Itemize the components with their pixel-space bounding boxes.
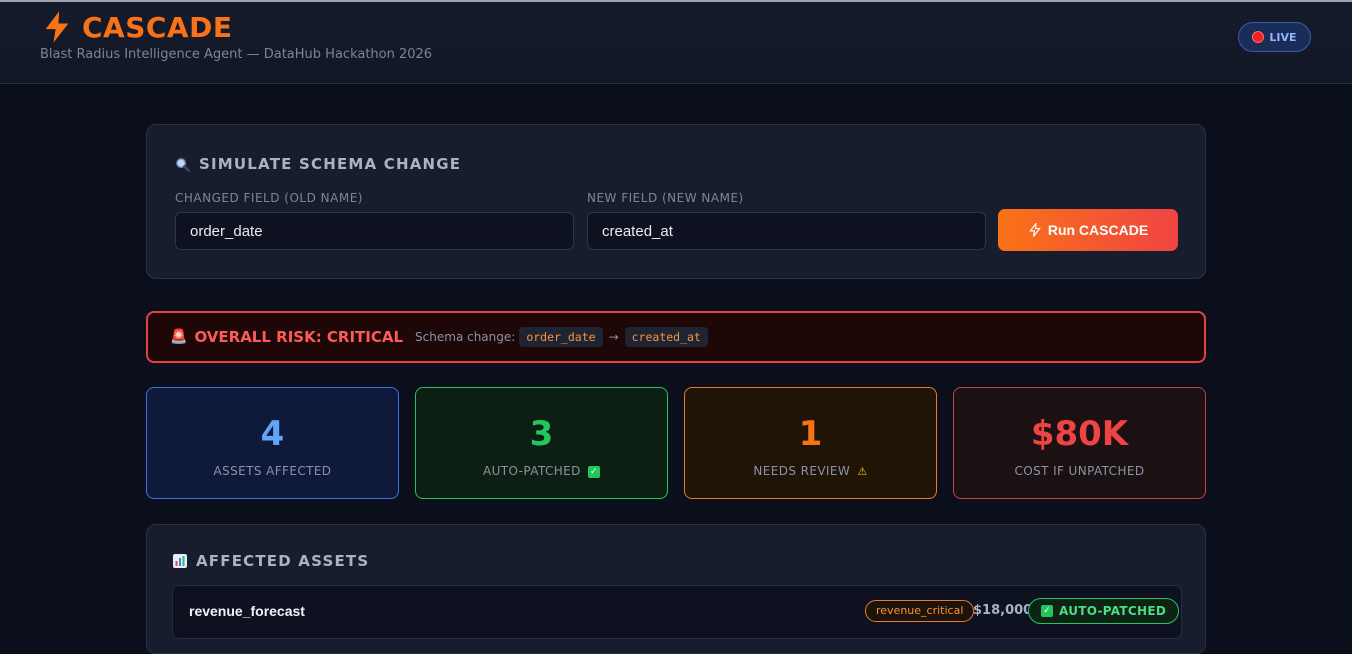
- affected-assets-title: AFFECTED ASSETS: [173, 552, 369, 570]
- lightning-bolt-icon: [1028, 223, 1041, 237]
- stat-value: $80K: [1030, 414, 1129, 454]
- old-field-label: CHANGED FIELD (OLD NAME): [175, 191, 363, 205]
- lightning-bolt-icon: [45, 11, 69, 43]
- stat-label-wrap: NEEDS REVIEW ⚠: [685, 464, 936, 478]
- stat-label: ASSETS AFFECTED: [213, 464, 332, 478]
- arrow-right-icon: →: [608, 330, 619, 344]
- run-cascade-button[interactable]: Run CASCADE: [998, 209, 1178, 251]
- new-field-chip: created_at: [624, 327, 708, 347]
- stat-label: COST IF UNPATCHED: [1014, 464, 1145, 478]
- stat-value: 1: [798, 414, 823, 454]
- overall-risk-banner: 🚨 OVERALL RISK: CRITICAL Schema change: …: [146, 311, 1206, 363]
- new-field-label: NEW FIELD (NEW NAME): [587, 191, 744, 205]
- affected-assets-panel: AFFECTED ASSETS revenue_forecast revenue…: [146, 524, 1206, 654]
- asset-tag: revenue_critical: [865, 600, 975, 622]
- old-field-chip: order_date: [519, 327, 603, 347]
- schema-change-label: Schema change:: [415, 330, 516, 344]
- check-icon: ✓: [1041, 605, 1053, 617]
- auto-patched-badge: ✓ AUTO-PATCHED: [1028, 598, 1180, 624]
- stat-value: 4: [260, 414, 285, 454]
- new-field-input[interactable]: [587, 212, 986, 250]
- check-icon: ✓: [588, 465, 601, 478]
- risk-level-label: OVERALL RISK: CRITICAL: [194, 328, 404, 346]
- old-field-input[interactable]: [175, 212, 574, 250]
- live-dot-icon: [1252, 31, 1265, 43]
- siren-icon: 🚨: [170, 329, 188, 345]
- asset-row[interactable]: revenue_forecast revenue_critical $18,00…: [172, 585, 1182, 639]
- brand: CASCADE: [40, 10, 232, 44]
- patched-status: AUTO-PATCHED: [1059, 604, 1167, 618]
- stat-label: NEEDS REVIEW: [753, 464, 851, 478]
- simulate-title-text: SIMULATE SCHEMA CHANGE: [199, 155, 462, 173]
- app-title: CASCADE: [82, 10, 233, 44]
- stat-label: AUTO-PATCHED: [482, 464, 581, 478]
- live-status-badge: LIVE: [1238, 22, 1311, 52]
- warning-icon: ⚠: [857, 465, 868, 478]
- magnifier-icon: [176, 157, 190, 172]
- simulate-schema-change-panel: SIMULATE SCHEMA CHANGE CHANGED FIELD (OL…: [146, 124, 1206, 279]
- simulate-section-title: SIMULATE SCHEMA CHANGE: [175, 155, 461, 173]
- bar-chart-icon: [173, 554, 187, 568]
- stat-cost-if-unpatched: $80K COST IF UNPATCHED: [953, 387, 1206, 499]
- asset-cost: $18,000: [973, 603, 1033, 618]
- stat-auto-patched: 3 AUTO-PATCHED ✓: [415, 387, 668, 499]
- affected-assets-title-text: AFFECTED ASSETS: [196, 552, 370, 570]
- stat-label-wrap: AUTO-PATCHED ✓: [416, 464, 667, 478]
- stat-assets-affected: 4 ASSETS AFFECTED: [146, 387, 399, 499]
- live-label: LIVE: [1269, 30, 1297, 44]
- stat-value: 3: [529, 414, 554, 454]
- asset-name: revenue_forecast: [189, 603, 305, 619]
- app-header: CASCADE Blast Radius Intelligence Agent …: [0, 0, 1352, 84]
- app-subtitle: Blast Radius Intelligence Agent — DataHu…: [40, 47, 433, 62]
- stat-needs-review: 1 NEEDS REVIEW ⚠: [684, 387, 937, 499]
- run-button-label: Run CASCADE: [1047, 222, 1149, 238]
